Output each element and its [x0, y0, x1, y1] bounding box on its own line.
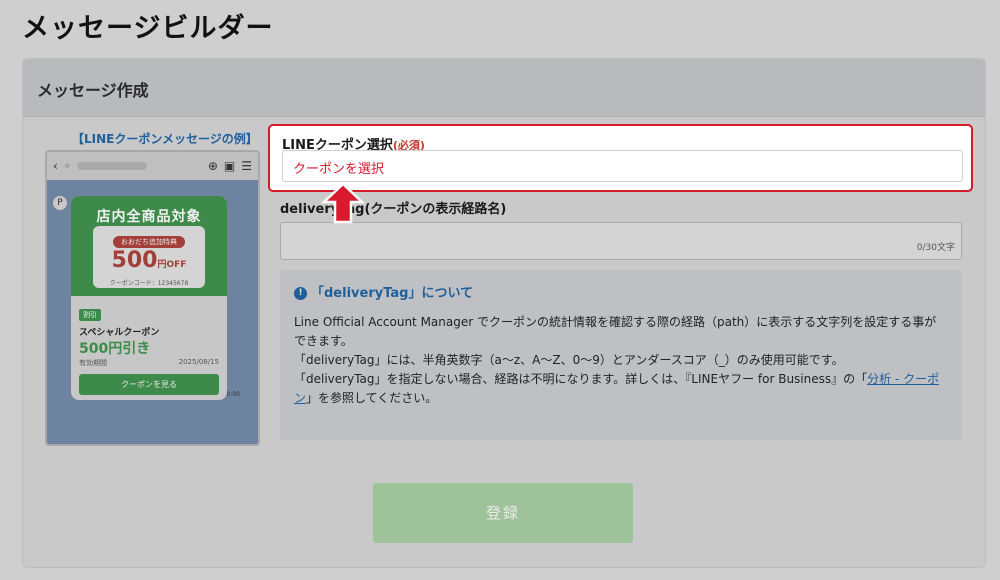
message-time: 0:00 [226, 391, 240, 398]
info-line-2: 「deliveryTag」には、半角英数字（a〜z、A〜Z、0〜9）とアンダース… [294, 353, 844, 367]
preview-label: 【LINEクーポンメッセージの例】 [72, 132, 258, 146]
pointer-arrow-icon [320, 182, 366, 224]
info-icon: ! [294, 287, 307, 300]
coupon-body: 割引 スペシャルクーポン 500円引き 有効期間 2025/08/15 クーポン… [71, 296, 227, 400]
coupon-code: クーポンコード：12345678 [109, 280, 189, 287]
info-line-3-post: 」を参照してください。 [306, 391, 438, 405]
page-title: メッセージビルダー [22, 13, 274, 44]
coupon-ticket: おおだち追加特典 500円OFF クーポンコード：12345678 [93, 226, 205, 288]
info-line-3-pre: 「deliveryTag」を指定しない場合、経路は不明になります。詳しくは、『L… [294, 372, 868, 386]
coupon-period-label: 有効期間 [79, 359, 107, 367]
delivery-tag-input[interactable]: 0/30文字 [280, 222, 962, 260]
back-icon: ‹ [53, 159, 58, 173]
info-title: ! 「deliveryTag」について [294, 284, 948, 303]
tabs-icon: ▣ [223, 159, 236, 173]
phone-preview: ‹ ◦ ⊕ ▣ ☰ P 店内全商品対象 おおだち追加特典 500円OFF クーポ… [45, 150, 260, 446]
profile-icon: P [53, 196, 67, 210]
coupon-ribbon: おおだち追加特典 [113, 236, 185, 248]
view-coupon-button: クーポンを見る [79, 374, 219, 395]
coupon-amount-unit: 円OFF [157, 260, 187, 270]
coupon-headline: 店内全商品対象 [96, 209, 202, 225]
info-box: ! 「deliveryTag」について Line Official Accoun… [280, 270, 962, 440]
coupon-period-date: 2025/08/15 [178, 358, 219, 366]
char-counter: 0/30文字 [916, 243, 955, 253]
coupon-amount: 500円OFF [93, 248, 205, 278]
phone-top-bar: ‹ ◦ ⊕ ▣ ☰ [47, 152, 258, 180]
register-button[interactable]: 登録 [373, 483, 633, 543]
coupon-price: 500円引き [79, 341, 151, 357]
coupon-card-preview: 店内全商品対象 おおだち追加特典 500円OFF クーポンコード：1234567… [71, 196, 227, 400]
zoom-icon: ⊕ [207, 159, 218, 173]
info-title-text: 「deliveryTag」について [311, 286, 474, 301]
coupon-amount-value: 500 [111, 248, 158, 273]
menu-icon: ☰ [241, 159, 252, 173]
coupon-select[interactable]: クーポンを選択 [282, 150, 963, 182]
info-line-3: 「deliveryTag」を指定しない場合、経路は不明になります。詳しくは、『L… [294, 370, 948, 408]
coupon-period: 有効期間 2025/08/15 [79, 358, 219, 368]
coupon-name: スペシャルクーポン [79, 328, 160, 338]
blurred-url [76, 162, 147, 170]
coupon-select-highlight: LINEクーポン選択(必須) クーポンを選択 [268, 124, 973, 192]
coupon-banner: 店内全商品対象 おおだち追加特典 500円OFF クーポンコード：1234567… [71, 196, 227, 296]
info-line-1: Line Official Account Manager でクーポンの統計情報… [294, 315, 937, 348]
discount-tag: 割引 [79, 309, 101, 321]
shield-icon: ◦ [63, 159, 71, 173]
card-header: メッセージ作成 [23, 59, 985, 117]
delivery-tag-label: deliveryTag(クーポンの表示経路名) [280, 202, 507, 217]
